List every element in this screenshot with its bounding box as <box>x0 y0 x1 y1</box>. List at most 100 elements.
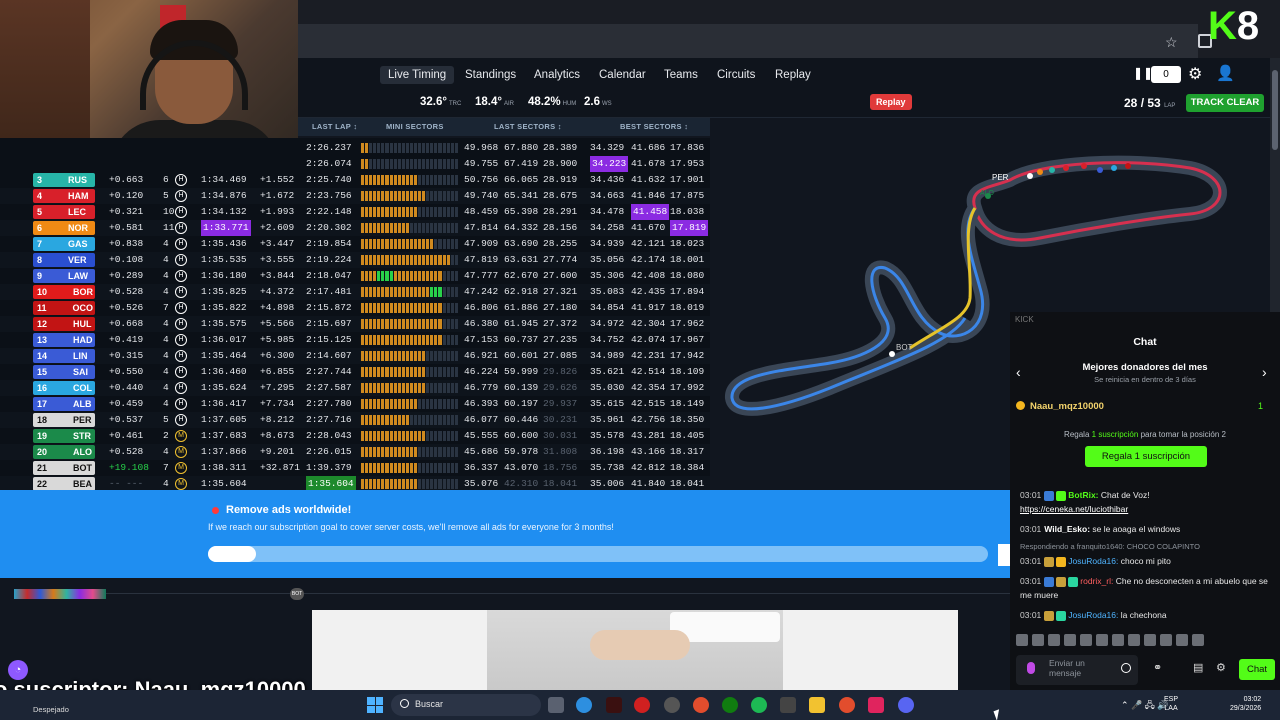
last-lap-time: 2:23.756 <box>306 190 352 201</box>
table-row[interactable]: 19 STR +0.461 2 M 1:37.683 +8.673 2:28.043 45.55… <box>0 428 710 444</box>
nav-live-timing[interactable]: Live Timing <box>380 66 455 84</box>
driver-tag[interactable]: 10 BOR <box>33 285 95 299</box>
driver-tag[interactable]: 14 LIN <box>33 349 95 363</box>
table-row[interactable]: 15 SAI +0.550 4 H 1:36.460 +6.855 2:27.744 46.22… <box>0 364 710 380</box>
driver-tag[interactable]: 4 HAM <box>33 189 95 203</box>
last-sector-1: 46.779 <box>464 382 499 393</box>
header-last-sectors[interactable]: LAST SECTORS ↕ <box>494 122 562 131</box>
driver-tag[interactable]: 16 COL <box>33 381 95 395</box>
driver-tag[interactable]: 22 BEA <box>33 477 95 491</box>
chat-message: 03:01 rodrix_rl: Che no desconecten a mi … <box>1020 576 1268 600</box>
tiktok-icon[interactable] <box>868 697 884 713</box>
header-best-sectors[interactable]: BEST SECTORS ↕ <box>620 122 688 131</box>
table-row[interactable]: 2:26.237 49.968 67.880 28.389 34.329 41.686 17… <box>0 140 710 156</box>
chrome-icon[interactable] <box>693 697 709 713</box>
task-view-icon[interactable] <box>548 697 564 713</box>
nav-teams[interactable]: Teams <box>656 66 706 84</box>
table-row[interactable]: 3 RUS +0.663 6 H 1:34.469 +1.552 2:25.740 50.756… <box>0 172 710 188</box>
address-bar[interactable] <box>298 24 1198 58</box>
folder-icon[interactable] <box>809 697 825 713</box>
chat-settings-icon[interactable]: ⚙ <box>1216 661 1226 674</box>
chrome-profile-icon[interactable] <box>839 697 855 713</box>
link-icon[interactable]: ⚭ <box>1153 661 1162 674</box>
gift-sub-button[interactable]: Regala 1 suscripción <box>1085 446 1207 467</box>
header-last-lap[interactable]: LAST LAP ↕ <box>312 122 357 131</box>
table-row[interactable]: 9 LAW +0.289 4 H 1:36.180 +3.844 2:18.047 47.777… <box>0 268 710 284</box>
driver-tag[interactable]: 20 ALO <box>33 445 95 459</box>
system-tray[interactable]: ⌃ 🎤 🖧 🔊 <box>1121 698 1169 714</box>
driver-tag[interactable]: 5 LEC <box>33 205 95 219</box>
table-row[interactable]: 4 HAM +0.120 5 H 1:34.876 +1.672 2:23.756 49.740… <box>0 188 710 204</box>
table-row[interactable]: 16 COL +0.440 4 H 1:35.624 +7.295 2:27.587 46.77… <box>0 380 710 396</box>
nav-standings[interactable]: Standings <box>457 66 524 84</box>
table-row[interactable]: 8 VER +0.108 4 H 1:35.535 +3.555 2:19.224 47.819… <box>0 252 710 268</box>
table-row[interactable]: 17 ALB +0.459 4 H 1:36.417 +7.734 2:27.780 46.39… <box>0 396 710 412</box>
table-row[interactable]: 6 NOR +0.581 11 H 1:33.771 +2.609 2:20.302 47.81… <box>0 220 710 236</box>
nav-replay[interactable]: Replay <box>767 66 819 84</box>
store-icon[interactable]: ▤ <box>1193 661 1203 674</box>
best-lap-time: 1:35.436 <box>201 238 247 249</box>
bookmark-star-icon[interactable]: ☆ <box>1165 34 1178 51</box>
scrollbar-thumb[interactable] <box>1272 70 1278 150</box>
chat-message-link[interactable]: https://ceneka.net/luciothibar <box>1020 502 1270 516</box>
nav-analytics[interactable]: Analytics <box>526 66 588 84</box>
settings-gear-icon[interactable]: ⚙ <box>1188 64 1202 84</box>
table-row[interactable]: 2:26.074 49.755 67.419 28.900 34.223 41.678 17… <box>0 156 710 172</box>
replay-badge[interactable]: Replay <box>870 94 912 110</box>
delay-counter[interactable]: 0 <box>1151 66 1181 83</box>
table-row[interactable]: 7 GAS +0.838 4 H 1:35.436 +3.447 2:19.854 47.909… <box>0 236 710 252</box>
driver-tag[interactable]: 15 SAI <box>33 365 95 379</box>
last-sector-3: 29.626 <box>543 382 578 393</box>
taskbar-clock[interactable]: 03:02 29/3/2026 <box>1230 695 1261 713</box>
nav-calendar[interactable]: Calendar <box>591 66 654 84</box>
chat-send-button[interactable]: Chat <box>1239 659 1275 680</box>
table-row[interactable]: 20 ALO +0.528 4 M 1:37.866 +9.201 2:26.015 45.68… <box>0 444 710 460</box>
driver-tag[interactable]: 17 ALB <box>33 397 95 411</box>
table-row[interactable]: 14 LIN +0.315 4 H 1:35.464 +6.300 2:14.607 46.92… <box>0 348 710 364</box>
driver-tag[interactable]: 21 BOT <box>33 461 95 475</box>
driver-tag[interactable]: 7 GAS <box>33 237 95 251</box>
taskbar-search[interactable] <box>391 694 541 716</box>
gap-to-ahead: +0.550 <box>109 366 144 377</box>
driver-tag[interactable]: 8 VER <box>33 253 95 267</box>
table-row[interactable]: 18 PER +0.537 5 H 1:37.605 +8.212 2:27.716 46.07… <box>0 412 710 428</box>
table-row[interactable]: 10 BOR +0.528 4 H 1:35.825 +4.372 2:17.481 47.24… <box>0 284 710 300</box>
driver-tag[interactable]: 3 RUS <box>33 173 95 187</box>
driver-tag[interactable]: 11 OCO <box>33 301 95 315</box>
emote-bar[interactable] <box>1016 634 1206 648</box>
nav-circuits[interactable]: Circuits <box>709 66 763 84</box>
xbox-icon[interactable] <box>722 697 738 713</box>
capcut-icon[interactable] <box>780 697 796 713</box>
user-icon[interactable]: 👤 <box>1216 64 1235 82</box>
record-icon[interactable] <box>634 697 650 713</box>
table-row[interactable]: 5 LEC +0.321 10 H 1:34.132 +1.993 2:22.148 48.45… <box>0 204 710 220</box>
chat-input-placeholder[interactable]: Enviar un mensaje <box>1049 658 1109 678</box>
chevron-left-icon[interactable]: ‹ <box>1016 364 1021 380</box>
emoji-icon[interactable] <box>1121 663 1131 673</box>
driver-tag[interactable]: 13 HAD <box>33 333 95 347</box>
chevron-right-icon[interactable]: › <box>1262 364 1267 380</box>
edge-icon[interactable] <box>576 697 592 713</box>
driver-tag[interactable]: 9 LAW <box>33 269 95 283</box>
driver-tag[interactable]: 6 NOR <box>33 221 95 235</box>
spotify-icon[interactable] <box>751 697 767 713</box>
last-sector-1: 46.077 <box>464 414 499 425</box>
discord-icon[interactable] <box>898 697 914 713</box>
driver-tag[interactable]: 12 HUL <box>33 317 95 331</box>
microphone-icon[interactable] <box>1027 662 1035 674</box>
chat-reply-note: Respondiendo a franquito1640: CHOCO COLA… <box>1020 542 1200 551</box>
table-row[interactable]: 12 HUL +0.668 4 H 1:35.575 +5.566 2:15.697 46.38… <box>0 316 710 332</box>
steam-icon[interactable] <box>664 697 680 713</box>
table-row[interactable]: 13 HAD +0.419 4 H 1:36.017 +5.985 2:15.125 47.15… <box>0 332 710 348</box>
taskbar-weather[interactable]: Despejado <box>33 705 69 714</box>
driver-tag[interactable]: 19 STR <box>33 429 95 443</box>
table-row[interactable]: 21 BOT +19.108 7 M 1:38.311 +32.871 1:39.379 36.… <box>0 460 710 476</box>
taskbar-search-label[interactable]: Buscar <box>415 699 443 709</box>
ad-side-button[interactable] <box>998 544 1010 566</box>
windows-start-icon[interactable] <box>367 697 383 713</box>
app-icon[interactable] <box>606 697 622 713</box>
driver-tag[interactable]: 18 PER <box>33 413 95 427</box>
language-indicator[interactable]: ESP LAA <box>1164 695 1178 713</box>
top-donor-name[interactable]: Naau_mqz10000 <box>1030 401 1104 412</box>
table-row[interactable]: 11 OCO +0.526 7 H 1:35.822 +4.898 2:15.872 46.80… <box>0 300 710 316</box>
